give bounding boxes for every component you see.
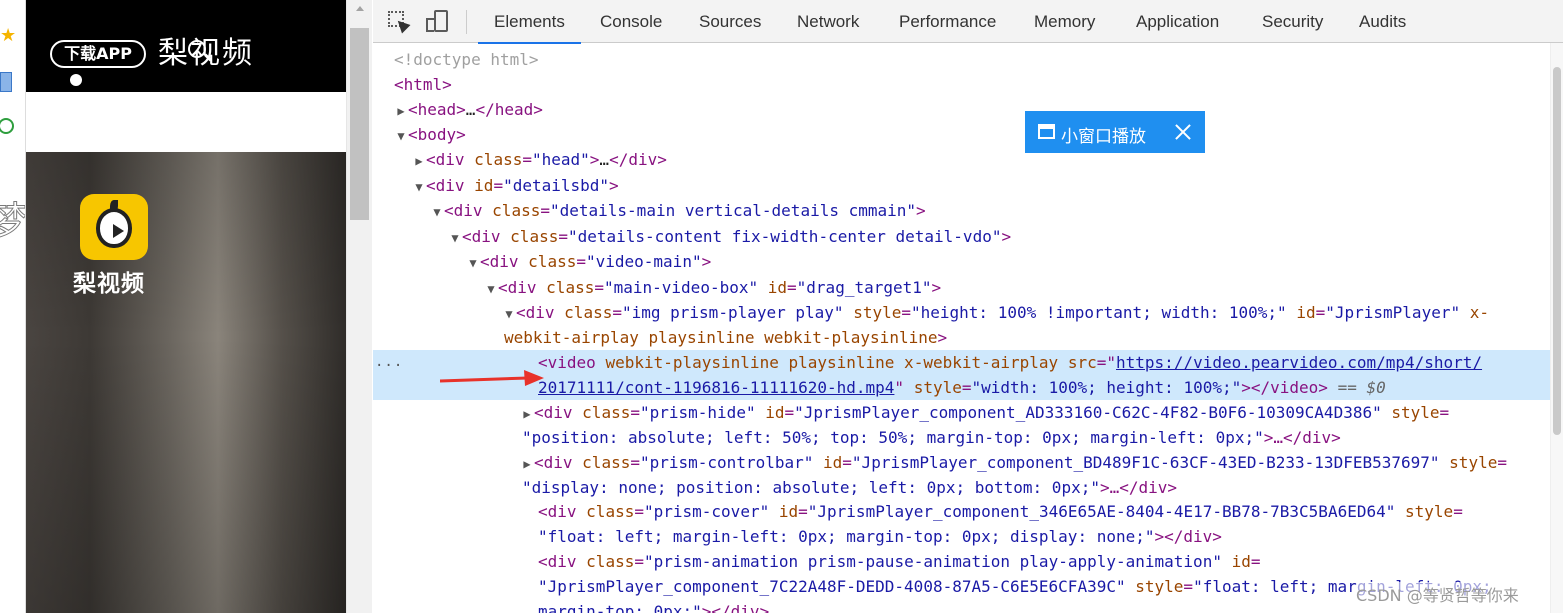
app-name: 梨视频 [73, 271, 145, 297]
elements-dom-tree: <!doctype html> <html> ▶ <head>…</head> ▼… [373, 44, 1550, 613]
brand-title[interactable]: 梨视频 [158, 28, 254, 72]
page-scroll-thumb[interactable] [350, 28, 369, 220]
dom-node-prism-cover[interactable]: <div class="prism-cover" id="JprismPlaye… [373, 499, 1550, 524]
tab-sources[interactable]: Sources [699, 0, 761, 43]
inspect-element-icon[interactable] [388, 11, 411, 34]
dom-node-prism-player[interactable]: ▼ <div class="img prism-player play" styl… [373, 300, 1550, 325]
scroll-up-icon[interactable] [356, 6, 364, 11]
collapse-triangle-icon[interactable]: ▼ [466, 251, 480, 276]
dom-node-html[interactable]: <html> [373, 72, 1550, 97]
dom-node-prism-hide[interactable]: ▶ <div class="prism-hide" id="JprismPlaye… [373, 400, 1550, 425]
dom-node-prism-animation[interactable]: <div class="prism-animation prism-pause-… [373, 549, 1550, 574]
monitor-icon[interactable] [0, 72, 12, 92]
collapse-triangle-icon[interactable]: ▼ [502, 302, 516, 327]
devtools-tabbar: Elements Console Sources Network Perform… [373, 0, 1563, 44]
expand-triangle-icon[interactable]: ▶ [520, 402, 534, 427]
dom-node-video-selected[interactable]: ... <video webkit-playsinline playsinlin… [373, 350, 1550, 400]
page-scrollbar[interactable] [346, 0, 372, 613]
dom-node-head[interactable]: ▶ <head>…</head> [373, 97, 1550, 122]
expand-triangle-icon[interactable]: ▶ [520, 452, 534, 477]
tab-elements[interactable]: Elements [478, 0, 581, 44]
tab-security[interactable]: Security [1262, 0, 1323, 43]
tab-audits[interactable]: Audits [1359, 0, 1406, 43]
dom-node-prism-player-cont[interactable]: webkit-airplay playsinline webkit-playsi… [373, 325, 1550, 350]
user-icon[interactable] [70, 74, 82, 86]
collapse-triangle-icon[interactable]: ▼ [430, 200, 444, 225]
dom-node-div-head[interactable]: ▶ <div class="head">…</div> [373, 147, 1550, 172]
download-app-button[interactable]: 下载APP [50, 40, 146, 68]
clock-icon[interactable] [0, 118, 14, 134]
more-options-icon[interactable]: ... [375, 350, 403, 375]
collapse-triangle-icon[interactable]: ▼ [394, 124, 408, 149]
browser-side-strip: ★ 梦 [0, 0, 26, 613]
video-src-link[interactable]: https://video.pearvideo.com/mp4/short/ [1116, 353, 1482, 372]
star-icon[interactable]: ★ [0, 26, 16, 44]
collapse-triangle-icon[interactable]: ▼ [448, 226, 462, 251]
mini-window-popup[interactable]: 小窗口播放 [1025, 111, 1205, 153]
mini-window-icon [1038, 124, 1055, 139]
search-icon[interactable] [188, 40, 206, 58]
tab-application[interactable]: Application [1136, 0, 1219, 43]
video-player[interactable]: 梨视频 [26, 152, 346, 613]
devtools-scrollbar[interactable] [1550, 43, 1563, 613]
watermark: CSDN @等贤哲等你来 [1356, 582, 1519, 606]
dom-node-video-main[interactable]: ▼ <div class="video-main"> [373, 249, 1550, 274]
collapse-triangle-icon[interactable]: ▼ [484, 277, 498, 302]
pear-video-logo-icon [80, 194, 148, 260]
tab-memory[interactable]: Memory [1034, 0, 1095, 43]
tab-network[interactable]: Network [797, 0, 859, 43]
video-src-link-cont[interactable]: 20171111/cont-1196816-11111620-hd.mp4 [538, 378, 894, 397]
tab-performance[interactable]: Performance [899, 0, 996, 43]
device-toolbar-icon[interactable] [426, 10, 450, 34]
page-spacer [26, 92, 346, 152]
dom-node-prism-controlbar[interactable]: ▶ <div class="prism-controlbar" id="Jpris… [373, 450, 1550, 475]
dom-node-doctype[interactable]: <!doctype html> [373, 47, 1550, 72]
pear-icon [96, 208, 132, 248]
dom-node-detailsbd[interactable]: ▼ <div id="detailsbd"> [373, 173, 1550, 198]
expand-triangle-icon[interactable]: ▶ [394, 99, 408, 124]
dom-node-body[interactable]: ▼ <body> [373, 122, 1550, 147]
dom-node-prism-hide-cont[interactable]: "position: absolute; left: 50%; top: 50%… [373, 425, 1550, 450]
page-header: 下载APP 梨视频 [26, 0, 346, 92]
tab-console[interactable]: Console [600, 0, 662, 43]
devtools-scroll-thumb[interactable] [1553, 67, 1561, 435]
expand-triangle-icon[interactable]: ▶ [412, 149, 426, 174]
devtools-panel: Elements Console Sources Network Perform… [373, 0, 1563, 613]
dom-node-prism-cover-cont[interactable]: "float: left; margin-left: 0px; margin-t… [373, 524, 1550, 549]
toolbar-divider [466, 10, 467, 34]
dom-node-details-main[interactable]: ▼ <div class="details-main vertical-detai… [373, 198, 1550, 223]
dom-node-prism-controlbar-cont[interactable]: "display: none; position: absolute; left… [373, 475, 1550, 500]
page-vertical-text: 梦 [0, 200, 26, 245]
close-icon[interactable] [1173, 122, 1193, 142]
collapse-triangle-icon[interactable]: ▼ [412, 175, 426, 200]
play-icon [113, 224, 124, 238]
dom-node-details-content[interactable]: ▼ <div class="details-content fix-width-c… [373, 224, 1550, 249]
mini-window-label[interactable]: 小窗口播放 [1061, 122, 1146, 147]
red-arrow-annotation [440, 370, 544, 386]
dom-node-main-video-box[interactable]: ▼ <div class="main-video-box" id="drag_ta… [373, 275, 1550, 300]
